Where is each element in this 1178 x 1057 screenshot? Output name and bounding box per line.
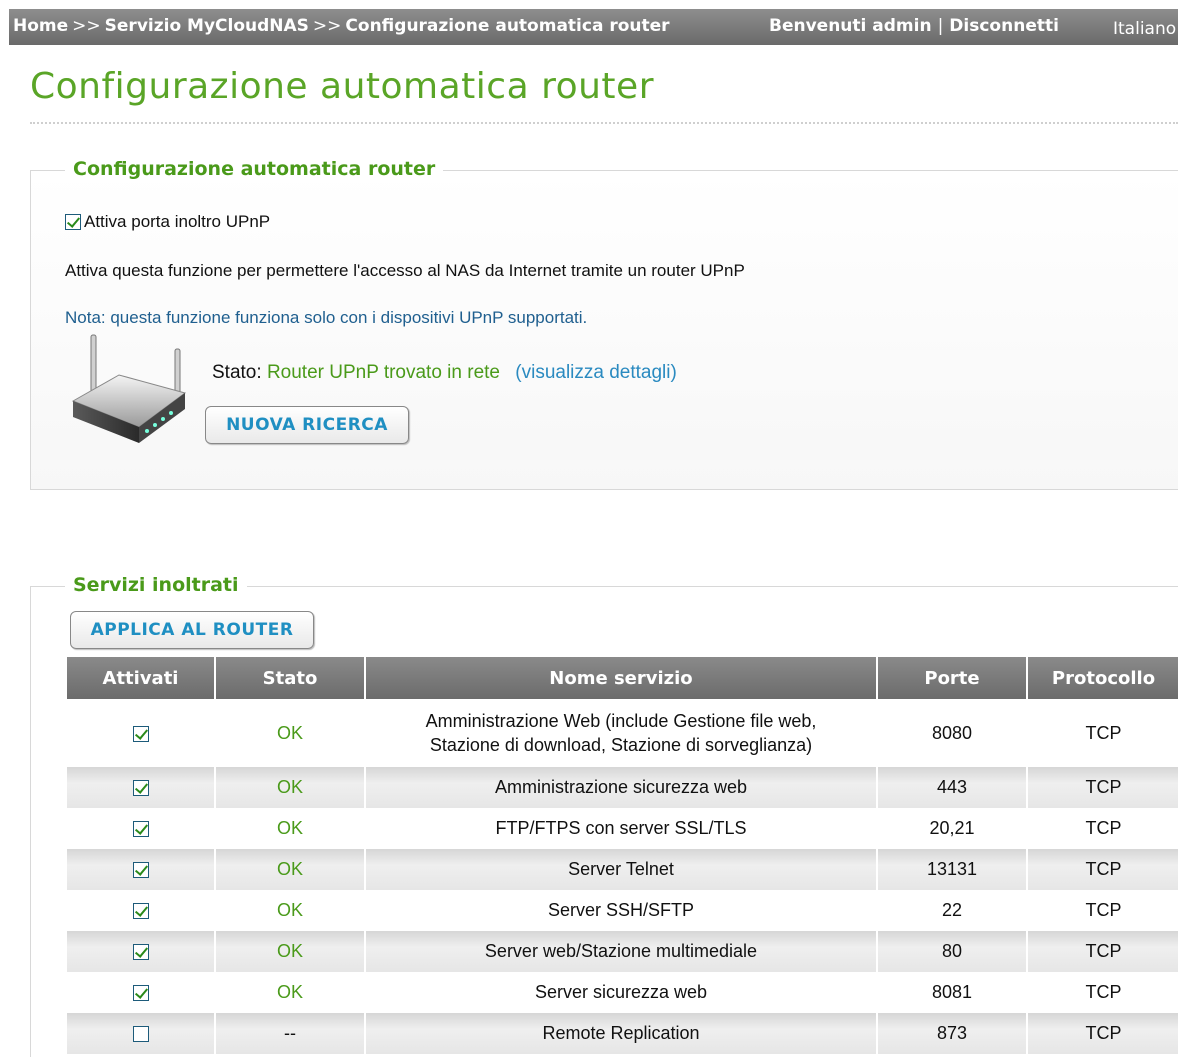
table-row: OK Server Telnet 13131 TCP bbox=[67, 849, 1178, 890]
service-protocol: TCP bbox=[1026, 849, 1178, 890]
table-row: OK FTP/FTPS con server SSL/TLS 20,21 TCP bbox=[67, 808, 1178, 849]
service-name-line2: Stazione di download, Stazione di sorveg… bbox=[429, 735, 813, 755]
column-header-protocol[interactable]: Protocollo bbox=[1026, 657, 1178, 699]
table-row: OK Amministrazione Web (include Gestione… bbox=[67, 699, 1178, 767]
apply-to-router-button[interactable]: APPLICA AL ROUTER bbox=[70, 611, 314, 649]
service-protocol: TCP bbox=[1026, 972, 1178, 1013]
table-row: OK Server SSH/SFTP 22 TCP bbox=[67, 890, 1178, 931]
service-enabled-checkbox[interactable] bbox=[132, 726, 149, 743]
upnp-option: Attiva porta inoltro UPnP bbox=[65, 211, 270, 232]
forwarded-services-section: Servizi inoltrati APPLICA AL ROUTER Atti… bbox=[30, 574, 1178, 1057]
divider: | bbox=[937, 16, 944, 36]
service-ports: 8081 bbox=[876, 972, 1027, 1013]
service-enabled-checkbox[interactable] bbox=[132, 821, 149, 838]
table-row: OK Server sicurezza web 8081 TCP bbox=[67, 972, 1178, 1013]
service-status: OK bbox=[214, 931, 365, 972]
section-legend: Configurazione automatica router bbox=[65, 158, 444, 180]
service-enabled-checkbox[interactable] bbox=[132, 780, 149, 797]
service-status: OK bbox=[214, 972, 365, 1013]
table-row: OK Server web/Stazione multimediale 80 T… bbox=[67, 931, 1178, 972]
table-row: OK Amministrazione sicurezza web 443 TCP bbox=[67, 767, 1178, 808]
router-icon bbox=[71, 334, 187, 443]
upnp-checkbox[interactable] bbox=[65, 213, 81, 230]
service-enabled-checkbox[interactable] bbox=[132, 985, 149, 1002]
breadcrumb-separator: >> bbox=[72, 16, 101, 36]
column-header-service-name[interactable]: Nome servizio bbox=[364, 657, 877, 699]
column-header-status[interactable]: Stato bbox=[214, 657, 365, 699]
service-protocol: TCP bbox=[1026, 699, 1178, 767]
title-divider bbox=[30, 122, 1178, 124]
column-header-ports[interactable]: Porte bbox=[876, 657, 1027, 699]
service-enabled-checkbox[interactable] bbox=[132, 944, 149, 961]
service-name: Remote Replication bbox=[364, 1013, 877, 1054]
table-header-row: Attivati Stato Nome servizio Porte Proto… bbox=[67, 657, 1178, 699]
breadcrumb-separator: >> bbox=[312, 16, 342, 36]
breadcrumb-home-link[interactable]: Home bbox=[13, 16, 68, 36]
service-name: Amministrazione Web (include Gestione fi… bbox=[364, 699, 877, 767]
user-area: Benvenuti admin | Disconnetti bbox=[769, 16, 1059, 36]
status-label: Stato: bbox=[212, 362, 262, 383]
service-protocol: TCP bbox=[1026, 767, 1178, 808]
top-navigation-bar: Home >> Servizio MyCloudNAS >> Configurazion… bbox=[9, 9, 1178, 45]
upnp-checkbox-label[interactable]: Attiva porta inoltro UPnP bbox=[84, 212, 270, 231]
breadcrumb-current: Configurazione automatica router bbox=[345, 16, 670, 36]
upnp-note: Nota: questa funzione funziona solo con … bbox=[65, 308, 588, 327]
service-enabled-checkbox[interactable] bbox=[132, 1026, 149, 1043]
breadcrumb-service-link[interactable]: Servizio MyCloudNAS bbox=[105, 16, 309, 36]
service-status: OK bbox=[214, 808, 365, 849]
service-enabled-checkbox[interactable] bbox=[132, 862, 149, 879]
service-name: Server SSH/SFTP bbox=[364, 890, 877, 931]
service-status: OK bbox=[214, 699, 365, 767]
status-value: Router UPnP trovato in rete bbox=[266, 362, 500, 383]
language-selector[interactable]: Italiano bbox=[1113, 19, 1176, 39]
service-name: Server web/Stazione multimediale bbox=[364, 931, 877, 972]
column-header-enabled[interactable]: Attivati bbox=[67, 657, 215, 699]
new-search-button[interactable]: NUOVA RICERCA bbox=[205, 406, 409, 444]
welcome-text: Benvenuti admin bbox=[769, 16, 932, 36]
view-details-link[interactable]: (visualizza dettagli) bbox=[515, 362, 677, 383]
service-protocol: TCP bbox=[1026, 890, 1178, 931]
service-ports: 13131 bbox=[876, 849, 1027, 890]
service-protocol: TCP bbox=[1026, 931, 1178, 972]
service-name-line1: Amministrazione Web (include Gestione fi… bbox=[425, 711, 817, 731]
service-name: FTP/FTPS con server SSL/TLS bbox=[364, 808, 877, 849]
service-name: Amministrazione sicurezza web bbox=[364, 767, 877, 808]
router-config-section: Configurazione automatica router Attiva … bbox=[30, 158, 1178, 490]
service-name: Server sicurezza web bbox=[364, 972, 877, 1013]
service-ports: 8080 bbox=[876, 699, 1027, 767]
breadcrumb: Home >> Servizio MyCloudNAS >> Configurazion… bbox=[13, 16, 670, 36]
service-protocol: TCP bbox=[1026, 1013, 1178, 1054]
section-legend: Servizi inoltrati bbox=[65, 574, 247, 596]
upnp-description: Attiva questa funzione per permettere l'… bbox=[65, 261, 745, 280]
service-name: Server Telnet bbox=[364, 849, 877, 890]
services-table: Attivati Stato Nome servizio Porte Proto… bbox=[67, 657, 1178, 1054]
service-status: OK bbox=[214, 767, 365, 808]
service-ports: 20,21 bbox=[876, 808, 1027, 849]
upnp-status: Stato: Router UPnP trovato in rete (visu… bbox=[212, 362, 677, 384]
service-status: -- bbox=[214, 1013, 365, 1054]
service-ports: 873 bbox=[876, 1013, 1027, 1054]
service-protocol: TCP bbox=[1026, 808, 1178, 849]
page-title: Configurazione automatica router bbox=[30, 66, 654, 107]
service-status: OK bbox=[214, 890, 365, 931]
table-row: -- Remote Replication 873 TCP bbox=[67, 1013, 1178, 1054]
service-ports: 443 bbox=[876, 767, 1027, 808]
service-ports: 80 bbox=[876, 931, 1027, 972]
logout-link[interactable]: Disconnetti bbox=[949, 16, 1059, 36]
service-enabled-checkbox[interactable] bbox=[132, 903, 149, 920]
service-status: OK bbox=[214, 849, 365, 890]
service-ports: 22 bbox=[876, 890, 1027, 931]
